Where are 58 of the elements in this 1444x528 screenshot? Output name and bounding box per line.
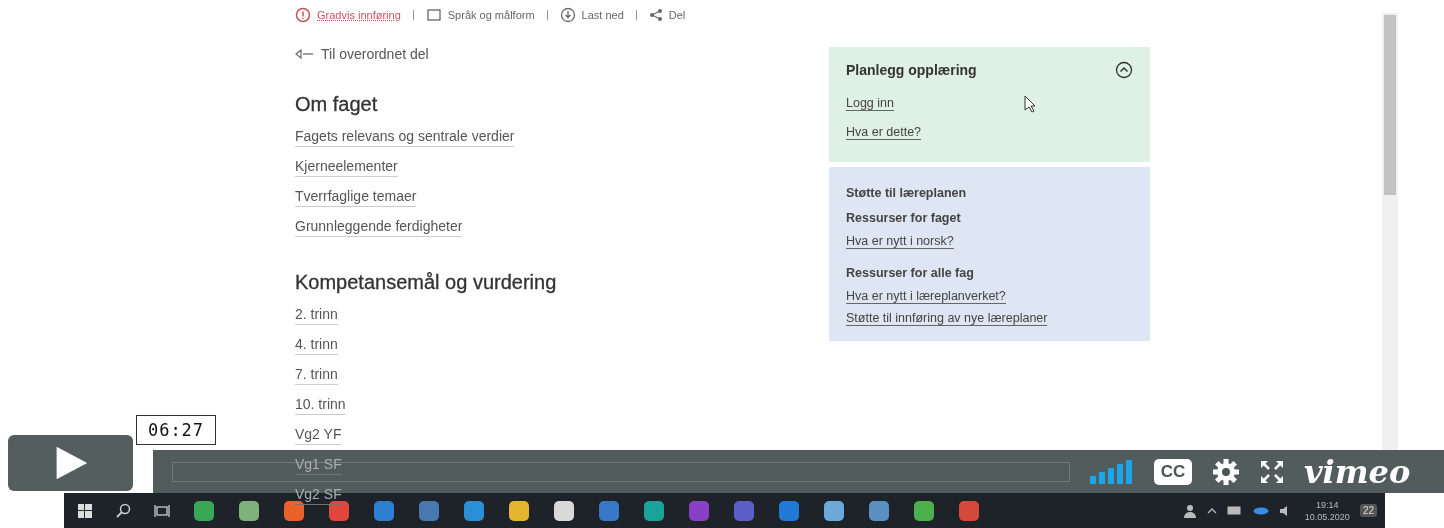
nav-link[interactable]: 4. trinn [295,335,338,355]
time-tooltip: 06:27 [136,415,216,445]
windows-start-icon[interactable] [78,503,92,518]
settings-icon[interactable] [1212,457,1240,486]
app-icon[interactable] [913,499,935,522]
app-icon[interactable] [508,499,530,522]
nav-link[interactable]: Tverrfaglige temaer [295,187,417,207]
search-icon[interactable] [115,502,131,519]
panel-title: Planlegg opplæring [846,62,977,78]
captions-button[interactable]: CC [1154,458,1192,485]
scrollbar-thumb[interactable] [1384,15,1396,195]
person-icon[interactable] [1182,503,1197,518]
nav-link[interactable]: Vg2 YF [295,425,342,445]
info-icon [295,7,311,23]
app-icon[interactable] [823,499,845,522]
nav-link[interactable]: 2. trinn [295,305,338,325]
nav-link[interactable]: Grunnleggende ferdigheter [295,217,463,237]
collapse-button[interactable] [1115,61,1133,79]
app-icon[interactable] [553,499,575,522]
nav-link[interactable]: 10. trinn [295,395,346,415]
notification-badge[interactable]: 22 [1359,504,1377,517]
panel-link[interactable]: Hva er nytt i læreplanverket? [846,288,1006,304]
nav-link[interactable]: Fagets relevans og sentrale verdier [295,127,515,147]
toolbar-link[interactable]: Gradvis innføring [295,7,401,23]
toolbar-link[interactable]: Del [648,8,686,22]
section-heading: Kompetansemål og vurdering [295,270,558,294]
app-icon[interactable] [643,499,665,522]
app-icon[interactable] [238,499,260,522]
nav-link[interactable]: 7. trinn [295,365,338,385]
toolbar-link[interactable]: Språk og målform [425,7,535,23]
clock-time: 19:14 [1316,498,1339,511]
share-icon [648,8,663,22]
app-icon[interactable] [868,499,890,522]
download-icon [559,7,576,23]
volume-icon[interactable] [1090,459,1134,484]
panel-link[interactable]: Hva er nytt i norsk? [846,233,954,249]
group-heading: Ressurser for alle fag [846,264,975,282]
app-icon[interactable] [463,499,485,522]
app-icon[interactable] [193,499,215,522]
task-view-icon[interactable] [154,503,170,518]
clock-date: 10.05.2020 [1304,510,1350,523]
back-link[interactable]: Til overordnet del [295,44,829,64]
back-arrow-icon [295,49,315,59]
panel-title: Støtte til læreplanen [846,184,968,202]
section-heading: Om faget [295,92,379,116]
panel-link[interactable]: Hva er dette? [846,125,922,140]
panel-link[interactable]: Logg inn [846,96,894,111]
scrollbar[interactable] [1382,13,1398,450]
play-button[interactable] [8,435,133,491]
fullscreen-icon[interactable] [1260,459,1284,484]
caret-icon[interactable] [1206,506,1217,515]
square-icon [425,7,442,23]
mouse-cursor-icon [1024,95,1036,113]
nav-link[interactable]: Kjerneelementer [295,157,398,177]
toolbar-link[interactable]: Last ned [559,7,624,23]
panel-link[interactable]: Støtte til innføring av nye læreplaner [846,310,1048,326]
group-heading: Ressurser for faget [846,209,962,227]
vimeo-logo[interactable]: vimeo [1304,453,1411,490]
